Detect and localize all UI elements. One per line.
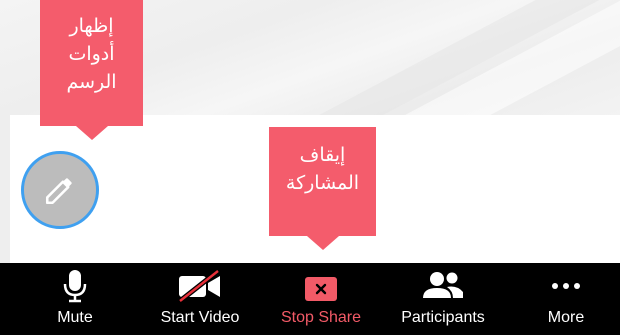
participants-button[interactable]: Participants bbox=[387, 263, 499, 335]
pencil-icon bbox=[45, 178, 72, 205]
stop-share-button[interactable]: Stop Share bbox=[268, 263, 374, 335]
start-video-button[interactable]: Start Video bbox=[145, 263, 255, 335]
video-off-icon bbox=[178, 270, 220, 302]
drawing-tools-button[interactable] bbox=[21, 151, 99, 229]
callout-line: إظهار bbox=[69, 15, 114, 37]
start-video-label: Start Video bbox=[160, 309, 240, 326]
more-dots-icon bbox=[552, 283, 580, 289]
show-drawing-tools-callout: إظهار أدوات الرسم bbox=[40, 0, 143, 140]
stop-sharing-callout: إيقاف المشاركة bbox=[269, 127, 376, 250]
callout-line: المشاركة bbox=[285, 172, 360, 194]
more-button[interactable]: More bbox=[536, 263, 596, 335]
stop-share-icon bbox=[305, 277, 337, 301]
callout-line: أدوات bbox=[68, 43, 115, 65]
mute-label: Mute bbox=[57, 309, 93, 326]
microphone-icon bbox=[63, 270, 87, 303]
callout-line: الرسم bbox=[66, 71, 117, 93]
mute-button[interactable]: Mute bbox=[45, 263, 105, 335]
left-edge-panel bbox=[0, 115, 10, 265]
more-label: More bbox=[547, 309, 585, 326]
participants-label: Participants bbox=[401, 309, 485, 326]
participants-icon bbox=[423, 272, 463, 298]
meeting-toolbar: Mute Start Video Stop Share Participants… bbox=[0, 263, 620, 335]
callout-line: إيقاف bbox=[299, 144, 346, 166]
stop-share-label: Stop Share bbox=[280, 309, 362, 326]
